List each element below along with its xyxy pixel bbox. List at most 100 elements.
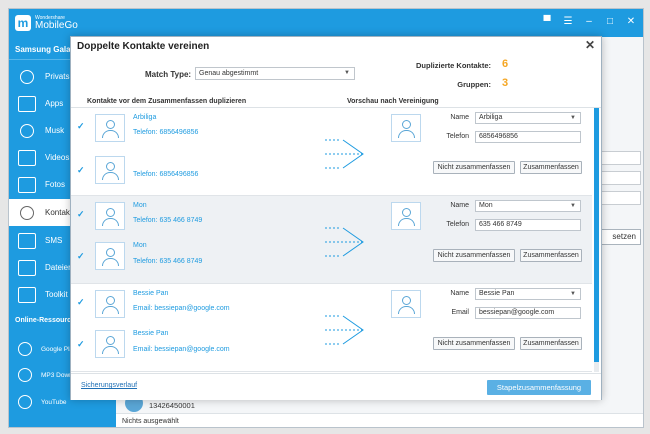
- contact-detail: Telefon: 6856496856: [133, 171, 199, 178]
- contact-avatar: [95, 290, 125, 318]
- contact-number: 13426450001: [149, 401, 195, 410]
- preview-phone-input[interactable]: 635 466 8749: [475, 219, 581, 231]
- field-label: Name: [450, 114, 469, 121]
- contacts-icon: [20, 205, 34, 220]
- status-bar: Nichts ausgewählt: [116, 413, 643, 427]
- contact-detail: Telefon: 6856496856: [133, 129, 199, 136]
- duplicates-count: 6: [502, 58, 509, 70]
- apps-icon: [18, 95, 36, 112]
- column-header-before: Kontakte vor dem Zusammenfassen duplizie…: [87, 98, 247, 105]
- checkbox-checked-icon[interactable]: ✓: [77, 210, 86, 219]
- match-type-value: Genau abgestimmt: [199, 70, 259, 77]
- preview-name-select[interactable]: Bessie Pan ▼: [475, 288, 581, 300]
- preview-name-select[interactable]: Arbiliga ▼: [475, 112, 581, 124]
- sidebar-item-label: Dateien: [45, 263, 73, 272]
- chevron-down-icon: ▼: [570, 291, 576, 297]
- maximize-icon[interactable]: □: [604, 16, 616, 28]
- preview-name-value: Bessie Pan: [479, 290, 515, 297]
- sidebar-item-label: MP3 Down: [41, 371, 73, 379]
- dialog-title: Doppelte Kontakte vereinen: [77, 41, 210, 52]
- preview-name-select[interactable]: Mon ▼: [475, 200, 581, 212]
- groups-label: Gruppen:: [457, 80, 491, 89]
- sidebar-item-label: SMS: [45, 236, 63, 245]
- app-logo: m Wondershare MobileGo: [15, 15, 78, 31]
- merge-arrow-icon: [325, 315, 364, 345]
- sidebar-item-label: Fotos: [45, 180, 66, 189]
- merge-button[interactable]: Zusammenfassen: [520, 161, 582, 174]
- top-bar: ▀ ☰ – □ ✕: [116, 9, 643, 37]
- duplicate-group: ✓ Mon Telefon: 635 466 8749 ✓ Mon Telefo…: [71, 196, 592, 284]
- chat-icon[interactable]: ▀: [541, 16, 553, 28]
- checkbox-checked-icon[interactable]: ✓: [77, 340, 86, 349]
- contact-avatar: [95, 156, 125, 184]
- contact-avatar: [95, 330, 125, 358]
- contact-detail: Telefon: 635 466 8749: [133, 258, 203, 265]
- contact-name: Mon: [133, 242, 147, 249]
- brand-name: MobileGo: [35, 19, 78, 31]
- match-type-select[interactable]: Genau abgestimmt ▼: [195, 67, 355, 80]
- menu-icon[interactable]: ☰: [562, 16, 574, 28]
- contact-avatar: [95, 242, 125, 270]
- dialog-footer: Sicherungsverlauf Stapelzusammenfassung: [71, 373, 601, 400]
- contact-avatar: [95, 114, 125, 142]
- chevron-down-icon: ▼: [570, 203, 576, 209]
- preview-avatar: [391, 290, 421, 318]
- preview-phone-input[interactable]: 6856496856: [475, 131, 581, 143]
- contact-avatar: [95, 202, 125, 230]
- video-icon: [18, 149, 36, 166]
- merge-duplicates-dialog: Doppelte Kontakte vereinen ✕ Match Type:…: [70, 36, 602, 400]
- scrollbar-thumb[interactable]: [594, 108, 599, 362]
- photo-icon: [18, 176, 36, 193]
- contact-name: Bessie Pan: [133, 290, 169, 297]
- checkbox-checked-icon[interactable]: ✓: [77, 166, 86, 175]
- backup-history-link[interactable]: Sicherungsverlauf: [81, 382, 137, 389]
- sidebar-item-label: YouTube: [41, 398, 67, 406]
- sidebar-item-label: Videos: [45, 153, 70, 162]
- close-icon[interactable]: ✕: [625, 16, 637, 28]
- preview-name-value: Arbiliga: [479, 114, 503, 121]
- chevron-down-icon: ▼: [570, 115, 576, 121]
- minimize-icon[interactable]: –: [583, 16, 595, 28]
- search-icon: [20, 69, 34, 84]
- contact-detail: Telefon: 635 466 8749: [133, 217, 203, 224]
- preview-avatar: [391, 202, 421, 230]
- sidebar-item-label: Google Pla: [41, 345, 74, 353]
- groups-count: 3: [502, 77, 509, 89]
- preview-name-value: Mon: [479, 202, 493, 209]
- field-label: Telefon: [446, 221, 469, 228]
- checkbox-checked-icon[interactable]: ✓: [77, 122, 86, 131]
- duplicate-group: ✓ Bessie Pan Email: bessiepan@google.com…: [71, 284, 592, 372]
- close-icon[interactable]: ✕: [585, 38, 595, 52]
- batch-merge-button[interactable]: Stapelzusammenfassung: [487, 380, 591, 395]
- merge-button[interactable]: Zusammenfassen: [520, 249, 582, 262]
- contact-detail: Email: bessiepan@google.com: [133, 346, 230, 353]
- merge-button[interactable]: Zusammenfassen: [520, 337, 582, 350]
- skip-merge-button[interactable]: Nicht zusammenfassen: [433, 337, 515, 350]
- contact-name: Arbiliga: [133, 114, 157, 121]
- duplicates-label: Duplizierte Kontakte:: [415, 61, 491, 70]
- merge-arrow-icon: [325, 227, 364, 257]
- contact-detail: Email: bessiepan@google.com: [133, 305, 230, 312]
- skip-merge-button[interactable]: Nicht zusammenfassen: [433, 161, 515, 174]
- mobilego-logo-icon: m: [15, 15, 31, 31]
- sms-icon: [18, 232, 36, 249]
- checkbox-checked-icon[interactable]: ✓: [77, 252, 86, 261]
- google-play-icon: [18, 342, 32, 356]
- skip-merge-button[interactable]: Nicht zusammenfassen: [433, 249, 515, 262]
- field-label: Name: [450, 202, 469, 209]
- column-header-preview: Vorschau nach Vereinigung: [347, 98, 439, 105]
- preview-email-input[interactable]: bessiepan@google.com: [475, 307, 581, 319]
- sidebar-item-label: Apps: [45, 99, 64, 108]
- preview-avatar: [391, 114, 421, 142]
- youtube-icon: [18, 395, 32, 409]
- folder-icon: [18, 259, 36, 276]
- mp3-icon: [18, 368, 32, 382]
- chevron-down-icon: ▼: [344, 70, 350, 76]
- music-icon: [20, 123, 34, 138]
- sidebar-item-label: Toolkit: [45, 290, 68, 299]
- field-label: Telefon: [446, 133, 469, 140]
- checkbox-checked-icon[interactable]: ✓: [77, 298, 86, 307]
- contact-name: Mon: [133, 202, 147, 209]
- match-type-label: Match Type:: [145, 70, 192, 79]
- field-label: Email: [451, 309, 469, 316]
